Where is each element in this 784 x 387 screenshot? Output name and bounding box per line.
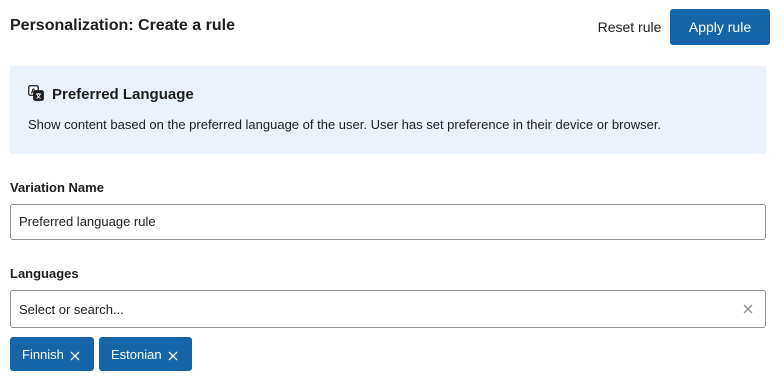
languages-placeholder: Select or search... xyxy=(19,302,124,317)
rule-info-panel: A Preferred Language Show content based … xyxy=(10,66,766,154)
tag-label: Estonian xyxy=(111,346,162,362)
languages-label: Languages xyxy=(10,266,79,281)
header: Personalization: Create a rule Reset rul… xyxy=(10,0,774,54)
tag-label: Finnish xyxy=(22,346,64,362)
page-title: Personalization: Create a rule xyxy=(10,17,235,34)
translate-icon: A xyxy=(28,85,44,101)
variation-name-label: Variation Name xyxy=(10,180,104,195)
languages-search-input[interactable]: Select or search... xyxy=(10,290,766,328)
rule-title: Preferred Language xyxy=(52,86,194,103)
language-tag-estonian[interactable]: Estonian xyxy=(99,337,192,371)
rule-description: Show content based on the preferred lang… xyxy=(28,117,662,132)
remove-tag-icon[interactable] xyxy=(70,349,80,361)
clear-icon[interactable] xyxy=(741,302,755,316)
apply-rule-button[interactable]: Apply rule xyxy=(670,9,770,45)
variation-name-value: Preferred language rule xyxy=(19,214,156,229)
variation-name-field[interactable]: Preferred language rule xyxy=(10,204,766,240)
reset-rule-button[interactable]: Reset rule xyxy=(588,9,671,45)
language-tag-finnish[interactable]: Finnish xyxy=(10,337,94,371)
remove-tag-icon[interactable] xyxy=(168,349,178,361)
